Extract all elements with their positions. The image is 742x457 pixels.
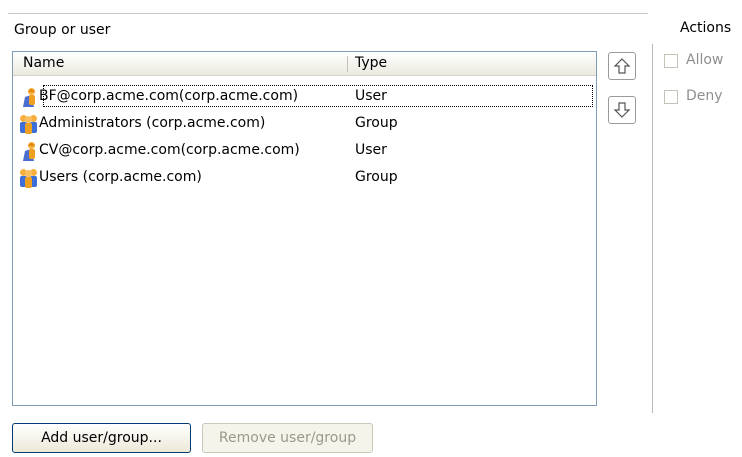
move-down-button[interactable] [608, 96, 636, 124]
allow-label: Allow [686, 52, 724, 68]
users-list[interactable]: Name Type BF@corp.acme.com(corp.acme.com… [12, 51, 597, 406]
list-row[interactable]: Administrators (corp.acme.com) Group [13, 111, 596, 137]
deny-label: Deny [686, 88, 723, 104]
list-row[interactable]: Users (corp.acme.com) Group [13, 165, 596, 191]
user-icon [19, 86, 39, 108]
row-type: User [355, 88, 387, 104]
list-row[interactable]: CV@corp.acme.com(corp.acme.com) User [13, 138, 596, 164]
deny-checkbox[interactable] [664, 90, 678, 104]
group-icon [19, 167, 39, 189]
group-icon [19, 113, 39, 135]
allow-checkbox[interactable] [664, 54, 678, 68]
row-type: Group [355, 169, 398, 185]
remove-user-group-button[interactable]: Remove user/group [202, 423, 373, 453]
arrow-up-icon [613, 58, 631, 74]
actions-divider [652, 44, 653, 413]
column-header-name[interactable]: Name [23, 55, 64, 71]
row-name: CV@corp.acme.com(corp.acme.com) [39, 142, 300, 158]
top-divider [8, 13, 648, 14]
column-header-type[interactable]: Type [355, 55, 387, 71]
user-icon [19, 140, 39, 162]
arrow-down-icon [613, 102, 631, 118]
move-up-button[interactable] [608, 52, 636, 80]
list-header: Name Type [13, 52, 596, 76]
row-name: BF@corp.acme.com(corp.acme.com) [39, 88, 299, 104]
add-user-group-button[interactable]: Add user/group... [12, 423, 191, 453]
row-type: Group [355, 115, 398, 131]
row-type: User [355, 142, 387, 158]
actions-label: Actions [680, 20, 732, 36]
row-name: Users (corp.acme.com) [39, 169, 202, 185]
list-row[interactable]: BF@corp.acme.com(corp.acme.com) User [13, 84, 596, 110]
column-separator[interactable] [347, 56, 348, 72]
group-or-user-label: Group or user [14, 22, 111, 38]
row-name: Administrators (corp.acme.com) [39, 115, 266, 131]
